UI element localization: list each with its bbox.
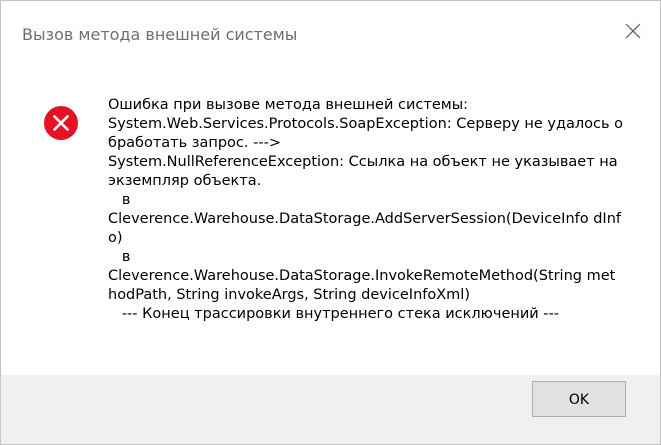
error-dialog: Вызов метода внешней системы Ошибка при … (0, 0, 661, 445)
error-message: Ошибка при вызове метода внешней системы… (108, 97, 624, 322)
close-icon (625, 23, 641, 39)
title-bar: Вызов метода внешней системы (1, 1, 660, 61)
ok-button[interactable]: OK (532, 381, 626, 417)
button-bar: OK (1, 375, 660, 444)
window-title: Вызов метода внешней системы (22, 25, 298, 44)
error-icon (44, 106, 78, 140)
close-button[interactable] (604, 9, 660, 53)
dialog-content: Ошибка при вызове метода внешней системы… (1, 61, 660, 371)
